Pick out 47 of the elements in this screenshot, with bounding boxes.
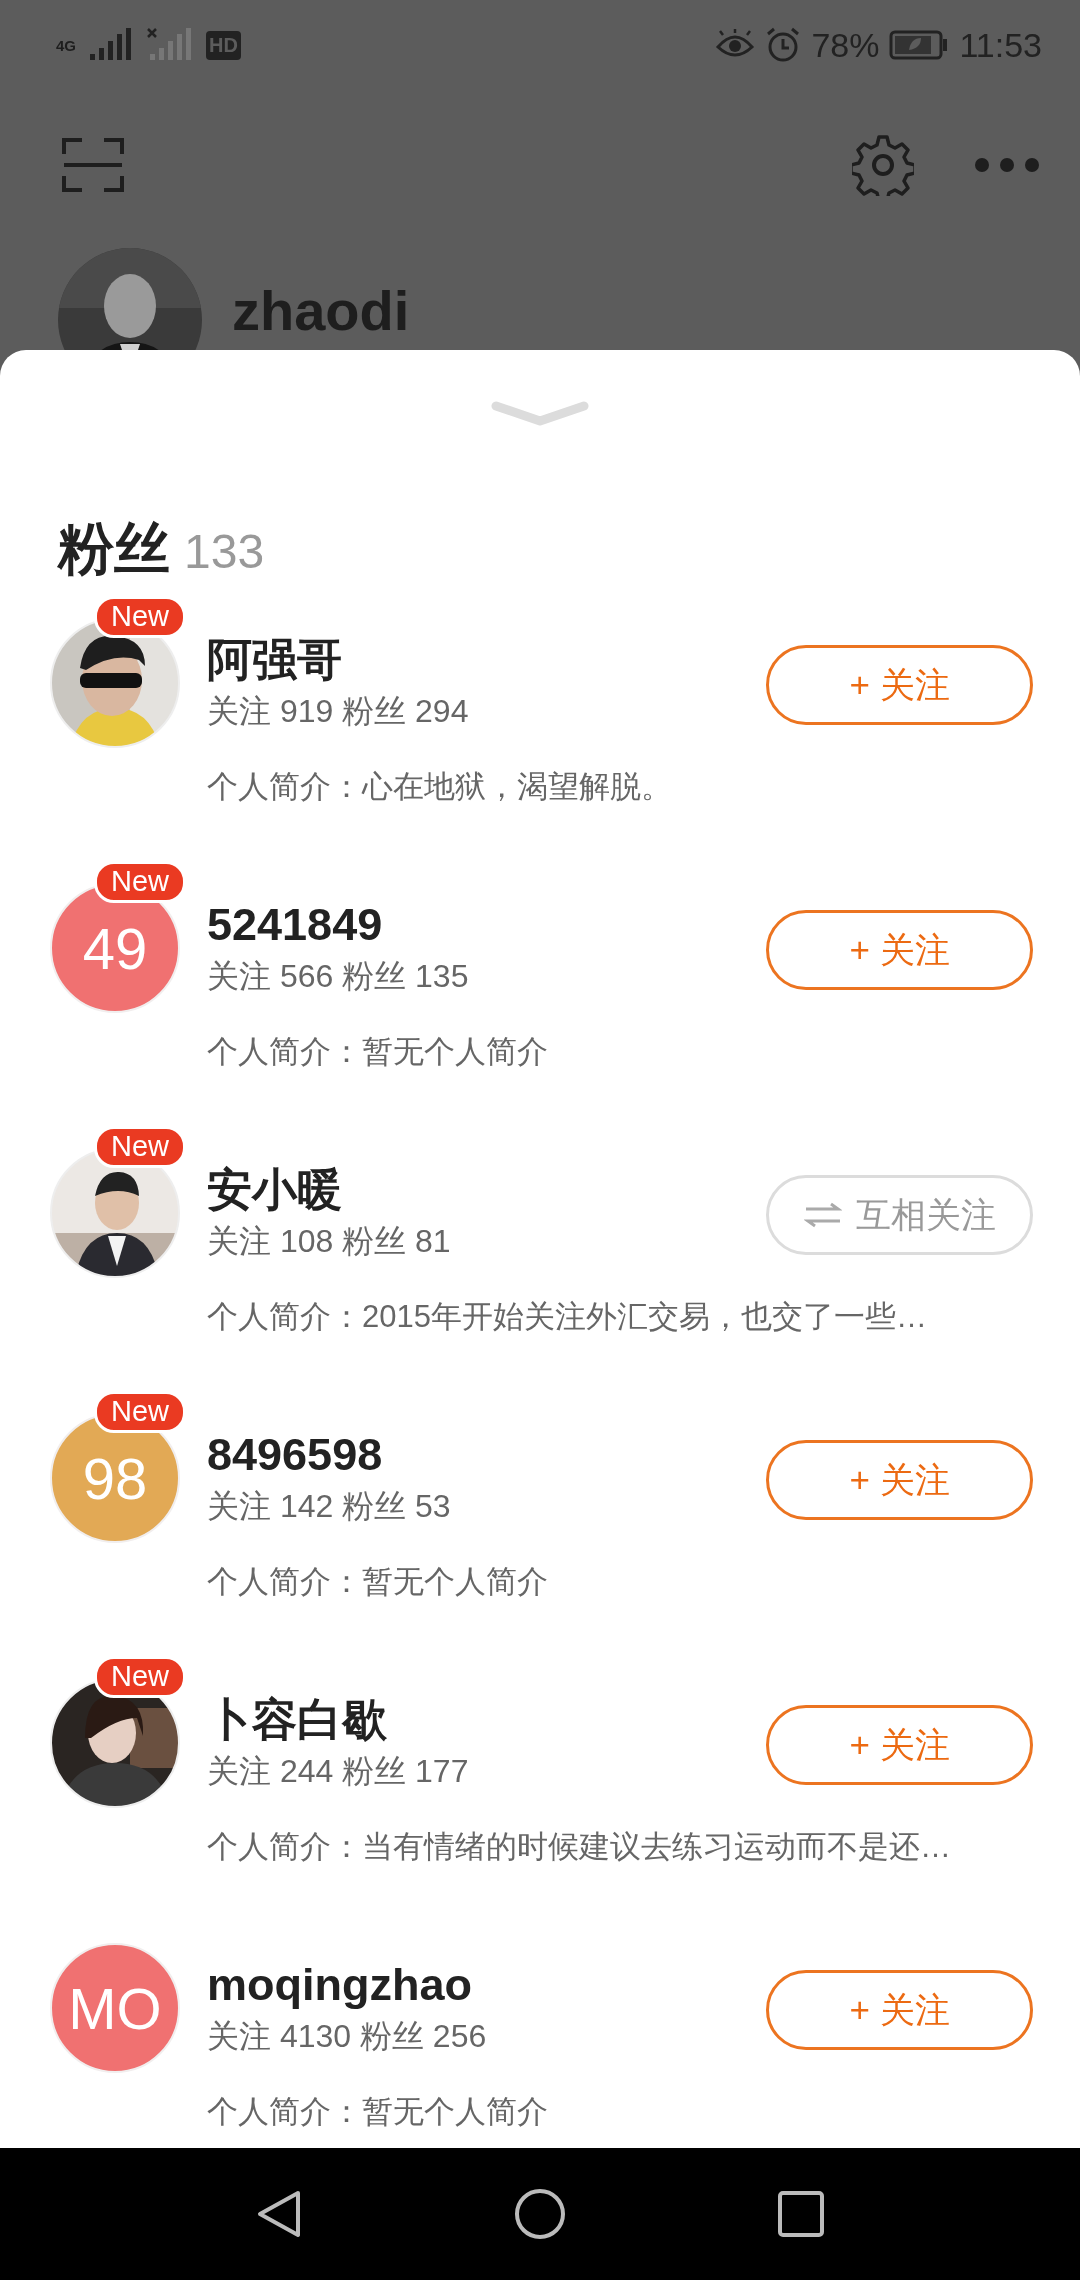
follow-button[interactable]: + 关注 bbox=[766, 1705, 1033, 1785]
new-badge: New bbox=[94, 1656, 186, 1698]
user-name[interactable]: 安小暖 bbox=[207, 1162, 766, 1218]
follow-stats: 关注 566 粉丝 135 bbox=[207, 957, 470, 996]
settings-icon[interactable] bbox=[852, 134, 914, 196]
user-name[interactable]: moqingzhao bbox=[207, 1957, 766, 2013]
new-badge: New bbox=[94, 861, 186, 903]
follow-stats: 关注 142 粉丝 53 bbox=[207, 1487, 452, 1526]
follow-button[interactable]: + 关注 bbox=[766, 1440, 1033, 1520]
more-icon[interactable] bbox=[974, 157, 1040, 173]
user-name[interactable]: 5241849 bbox=[207, 897, 766, 953]
user-bio: 个人简介：心在地狱，渴望解脱。 bbox=[207, 768, 673, 806]
new-badge: New bbox=[94, 596, 186, 638]
user-name[interactable]: 阿强哥 bbox=[207, 632, 766, 688]
user-name[interactable]: 卜容白歇 bbox=[207, 1692, 766, 1748]
user-bio: 个人简介：2015年开始关注外汇交易，也交了一些… bbox=[207, 1298, 928, 1336]
back-icon[interactable] bbox=[256, 2189, 302, 2239]
recents-icon[interactable] bbox=[778, 2191, 824, 2237]
home-icon[interactable] bbox=[514, 2188, 566, 2240]
new-badge: New bbox=[94, 1391, 186, 1433]
follow-button[interactable]: + 关注 bbox=[766, 910, 1033, 990]
network-type: 4G bbox=[56, 37, 76, 53]
username: zhaodi bbox=[232, 278, 410, 343]
user-bio: 个人简介：暂无个人简介 bbox=[207, 1563, 549, 1601]
follow-stats: 关注 244 粉丝 177 bbox=[207, 1752, 470, 1791]
battery-icon bbox=[889, 30, 950, 60]
sheet-title: 粉丝 bbox=[58, 516, 170, 582]
hd-badge: HD bbox=[206, 30, 241, 60]
user-name[interactable]: 8496598 bbox=[207, 1427, 766, 1483]
battery-percent: 78% bbox=[811, 25, 880, 65]
user-bio: 个人简介：暂无个人简介 bbox=[207, 2093, 549, 2131]
swap-icon bbox=[803, 1202, 842, 1228]
user-bio: 个人简介：当有情绪的时候建议去练习运动而不是还… bbox=[207, 1828, 952, 1866]
user-bio: 个人简介：暂无个人简介 bbox=[207, 1033, 549, 1071]
alarm-icon bbox=[765, 27, 802, 63]
follow-stats: 关注 4130 粉丝 256 bbox=[207, 2017, 488, 2056]
follow-stats: 关注 919 粉丝 294 bbox=[207, 692, 470, 731]
follower-count: 133 bbox=[184, 524, 265, 579]
follow-button[interactable]: + 关注 bbox=[766, 645, 1033, 725]
avatar[interactable]: MO bbox=[50, 1943, 180, 2073]
follow-button[interactable]: + 关注 bbox=[766, 1970, 1033, 2050]
new-badge: New bbox=[94, 1126, 186, 1168]
clock: 11:53 bbox=[959, 25, 1042, 65]
follow-stats: 关注 108 粉丝 81 bbox=[207, 1222, 452, 1261]
mutual-follow-button[interactable]: 互相关注 bbox=[766, 1175, 1033, 1255]
collapse-icon[interactable] bbox=[491, 400, 589, 428]
scan-icon[interactable] bbox=[62, 136, 124, 194]
